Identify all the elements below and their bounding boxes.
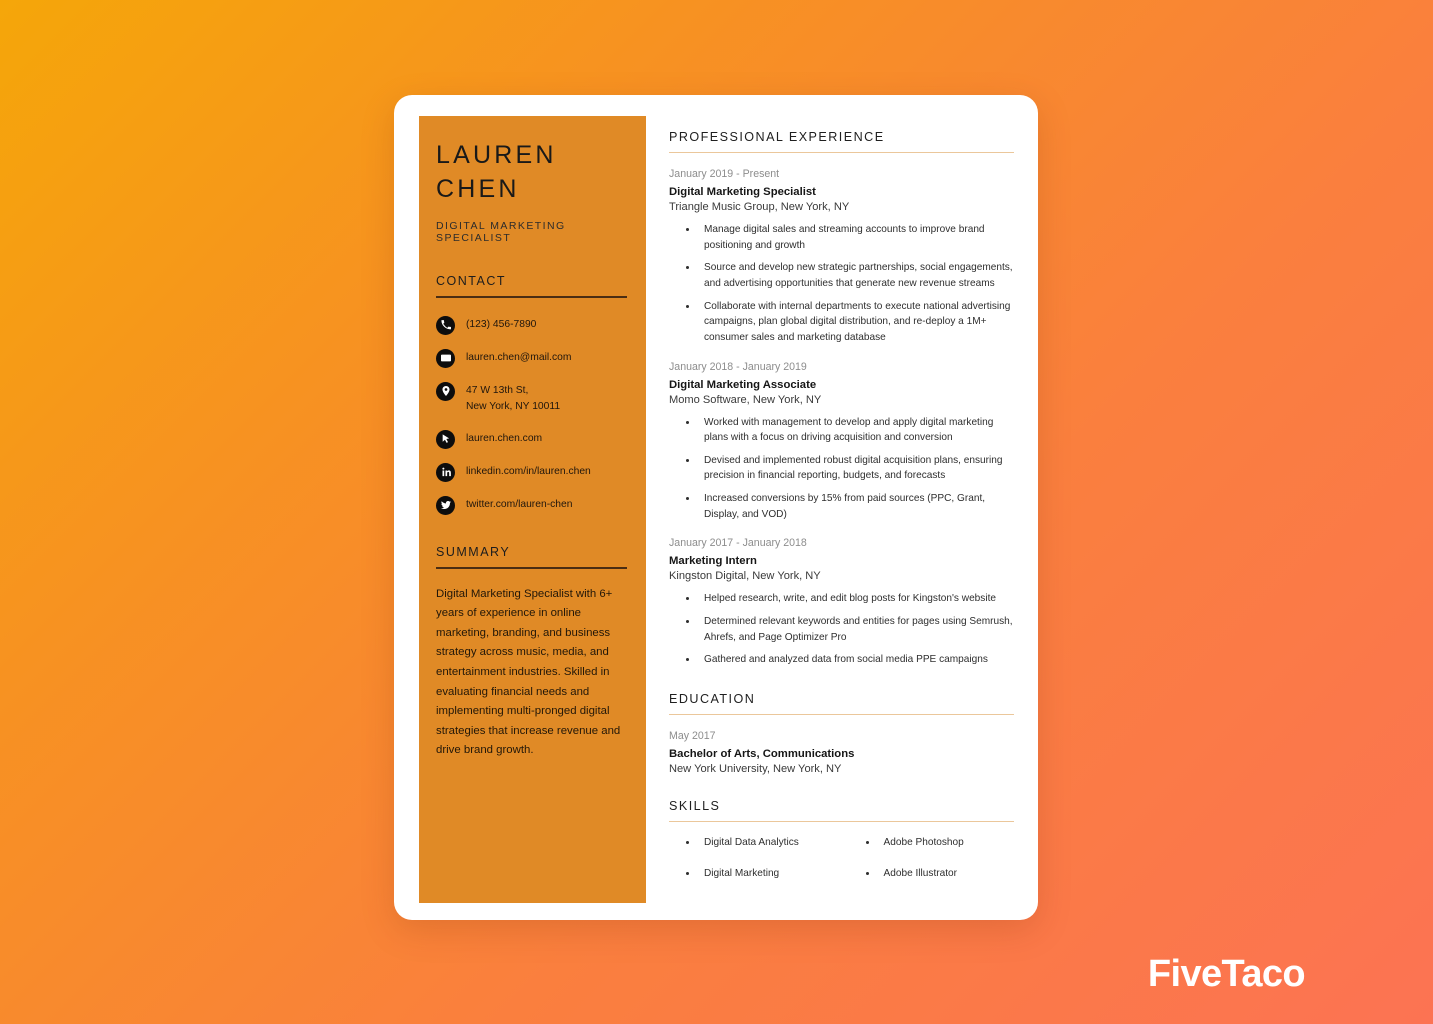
experience-company: Triangle Music Group, New York, NY [669, 201, 850, 214]
skills-column-right: Adobe Photoshop Adobe Illustrator [878, 835, 1015, 896]
skills-column-left: Digital Data Analytics Digital Marketing [698, 835, 835, 896]
experience-entry: January 2017 - January 2018 Marketing Int… [669, 536, 1014, 667]
contact-row[interactable]: linkedin.com/in/lauren.chen [436, 462, 627, 482]
contact-row[interactable]: twitter.com/lauren-chen [436, 495, 627, 515]
experience-bullet-list: Manage digital sales and streaming accou… [698, 222, 1014, 345]
contact-row[interactable]: (123) 456-7890 [436, 315, 627, 335]
education-divider [669, 713, 1014, 716]
experience-bullet-list: Worked with management to develop and ap… [698, 415, 1014, 523]
experience-bullet: Collaborate with internal departments to… [698, 299, 1014, 346]
contact-text: linkedin.com/in/lauren.chen [466, 465, 591, 477]
summary-text: Digital Marketing Specialist with 6+ yea… [436, 587, 621, 757]
contact-list: (123) 456-7890 lauren.chen@mail.com 47 W 1… [436, 315, 627, 515]
experience-bullet: Devised and implemented robust digital a… [698, 453, 1014, 484]
experience-bullet: Determined relevant keywords and entitie… [698, 614, 1014, 645]
skill-item: Adobe Illustrator [878, 866, 1015, 882]
experience-bullet: Helped research, write, and edit blog po… [698, 591, 1014, 607]
experience-company: Momo Software, New York, NY [669, 393, 822, 406]
experience-job-title: Digital Marketing Associate [669, 378, 817, 391]
skill-item: Digital Data Analytics [698, 835, 835, 851]
envelope-icon [436, 348, 455, 368]
summary-divider [436, 566, 627, 569]
phone-icon [436, 315, 455, 335]
education-school: New York University, New York, NY [669, 763, 842, 776]
experience-date: January 2018 - January 2019 [669, 360, 807, 373]
cursor-icon [436, 429, 455, 449]
experience-entry: January 2019 - Present Digital Marketing … [669, 167, 1014, 345]
contact-row[interactable]: 47 W 13th St, New York, NY 10011 [436, 381, 627, 416]
contact-section-heading: CONTACT [436, 274, 506, 288]
skills-grid: Digital Data AnalyticsDigital Marketing … [669, 835, 1014, 896]
contact-row[interactable]: lauren.chen.com [436, 429, 627, 449]
experience-job-title: Marketing Intern [669, 555, 757, 568]
resume-card: LAUREN CHEN DIGITAL MARKETING SPECIALIST… [394, 95, 1038, 920]
location-pin-icon [436, 381, 455, 401]
contact-text: 47 W 13th St, New York, NY 10011 [466, 384, 561, 413]
experience-section-heading: PROFESSIONAL EXPERIENCE [669, 130, 885, 144]
experience-entry: January 2018 - January 2019 Digital Marke… [669, 360, 1014, 523]
contact-text: lauren.chen.com [466, 432, 543, 444]
education-list: May 2017 Bachelor of Arts, Communications… [669, 729, 1014, 775]
experience-bullet-list: Helped research, write, and edit blog po… [698, 591, 1014, 668]
education-date: May 2017 [669, 730, 716, 743]
experience-bullet: Source and develop new strategic partner… [698, 260, 1014, 291]
experience-bullet: Increased conversions by 15% from paid s… [698, 491, 1014, 522]
experience-company: Kingston Digital, New York, NY [669, 570, 821, 583]
skills-section-heading: SKILLS [669, 799, 721, 814]
candidate-name: LAUREN CHEN [436, 138, 627, 206]
experience-list: January 2019 - Present Digital Marketing … [669, 167, 1014, 668]
education-degree: Bachelor of Arts, Communications [669, 748, 855, 761]
name-first: LAUREN [436, 141, 557, 169]
candidate-job-title: DIGITAL MARKETING SPECIALIST [436, 220, 566, 244]
summary-section-heading: SUMMARY [436, 544, 511, 559]
contact-text: lauren.chen@mail.com [466, 351, 572, 363]
contact-text: (123) 456-7890 [466, 318, 537, 330]
twitter-icon [436, 495, 455, 515]
experience-date: January 2017 - January 2018 [669, 537, 807, 550]
education-section-heading: EDUCATION [669, 691, 756, 706]
resume-sidebar: LAUREN CHEN DIGITAL MARKETING SPECIALIST… [419, 116, 646, 903]
contact-row[interactable]: lauren.chen@mail.com [436, 348, 627, 368]
experience-job-title: Digital Marketing Specialist [669, 186, 816, 199]
experience-bullet: Worked with management to develop and ap… [698, 415, 1014, 446]
name-last: CHEN [436, 175, 520, 203]
contact-divider [436, 296, 627, 298]
contact-text: twitter.com/lauren-chen [466, 498, 573, 510]
experience-bullet: Manage digital sales and streaming accou… [698, 222, 1014, 253]
education-entry: May 2017 Bachelor of Arts, Communications… [669, 729, 1014, 775]
experience-date: January 2019 - Present [669, 168, 780, 181]
resume-main: PROFESSIONAL EXPERIENCE January 2019 - P… [646, 95, 1038, 920]
fivetaco-logo: FiveTaco [1147, 953, 1306, 995]
skill-item: Adobe Photoshop [878, 835, 1015, 851]
experience-bullet: Gathered and analyzed data from social m… [698, 652, 1014, 668]
skill-item: Digital Marketing [698, 866, 835, 882]
experience-divider [669, 152, 1014, 154]
skills-divider [669, 821, 1014, 823]
linkedin-icon [436, 462, 455, 482]
